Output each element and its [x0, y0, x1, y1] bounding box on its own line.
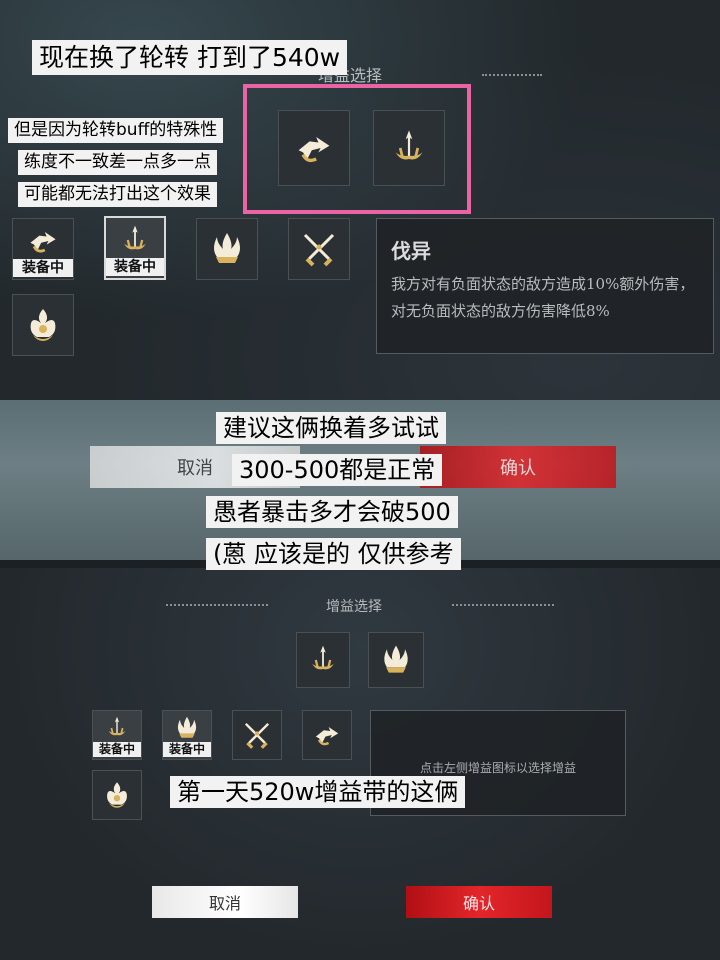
- flame-crown-icon: [378, 642, 414, 678]
- option-trident[interactable]: [296, 632, 350, 688]
- slot-fox-arrow[interactable]: [302, 710, 352, 760]
- buff-description: 我方对有负面状态的敌方造成10%额外伤害，对无负面状态的敌方伤害降低8%: [391, 275, 695, 320]
- divider-dots: [482, 74, 542, 78]
- caption-line-5: 建议这俩换着多试试: [216, 412, 446, 444]
- slot-trident-equipped[interactable]: 装备中: [92, 710, 142, 760]
- equipped-badge: 装备中: [93, 742, 141, 757]
- confirm-label: 确认: [462, 894, 495, 913]
- caption-line-4: 可能都无法打出这个效果: [18, 182, 217, 207]
- flame-crown-icon: [173, 714, 201, 742]
- cancel-label: 取消: [177, 458, 213, 479]
- option-flame-crown[interactable]: [368, 632, 424, 688]
- cancel-button[interactable]: 取消: [152, 886, 298, 918]
- caption-line-9: 第一天520w增益带的这俩: [170, 776, 466, 808]
- slot-lotus-flame[interactable]: [92, 770, 142, 820]
- slot-fox-arrow-equipped[interactable]: 装备中: [12, 218, 74, 280]
- crossed-swords-icon: [241, 719, 273, 751]
- divider-dots-right: [452, 604, 554, 608]
- slot-lotus-flame[interactable]: [12, 294, 74, 356]
- bottom-screenshot-panel: 增益选择 装备中 装备中 点击左侧增益图标以选择增益 取消 确认: [0, 568, 720, 960]
- fox-arrow-icon: [311, 719, 343, 751]
- buff-name: 伐异: [391, 239, 431, 263]
- fox-arrow-icon: [25, 223, 61, 259]
- trident-icon: [305, 642, 341, 678]
- slot-flame-crown[interactable]: [196, 218, 258, 280]
- confirm-label: 确认: [500, 458, 536, 479]
- caption-line-8: (蒽 应该是的 仅供参考: [206, 538, 461, 570]
- slot-flame-crown-equipped[interactable]: 装备中: [162, 710, 212, 760]
- trident-icon: [103, 714, 131, 742]
- trident-icon: [117, 222, 153, 258]
- crossed-swords-icon: [299, 229, 339, 269]
- select-hint: 点击左侧增益图标以选择增益: [419, 761, 576, 775]
- divider-dots-left: [166, 604, 268, 608]
- highlight-frame: [243, 84, 471, 214]
- equipped-badge: 装备中: [163, 742, 211, 757]
- slot-crossed-swords[interactable]: [288, 218, 350, 280]
- slot-trident-equipped[interactable]: 装备中: [104, 216, 166, 280]
- caption-line-1: 现在换了轮转 打到了540w: [32, 40, 348, 75]
- confirm-button[interactable]: 确认: [406, 886, 552, 918]
- cancel-label: 取消: [208, 894, 241, 913]
- flame-crown-icon: [207, 229, 247, 269]
- buff-detail-panel: 伐异 我方对有负面状态的敌方造成10%额外伤害，对无负面状态的敌方伤害降低8%: [376, 218, 714, 354]
- equipped-badge: 装备中: [106, 258, 164, 276]
- lotus-flame-icon: [23, 305, 63, 345]
- caption-line-6: 300-500都是正常: [232, 454, 443, 486]
- confirm-button[interactable]: 确认: [420, 446, 616, 488]
- lotus-flame-icon: [101, 779, 133, 811]
- caption-line-3: 练度不一致差一点多一点: [18, 150, 217, 175]
- buff-select-title: 增益选择: [326, 599, 382, 615]
- caption-line-2: 但是因为轮转buff的特殊性: [8, 118, 224, 143]
- slot-crossed-swords[interactable]: [232, 710, 282, 760]
- caption-line-7: 愚者暴击多才会破500: [206, 496, 458, 528]
- equipped-badge: 装备中: [13, 259, 73, 277]
